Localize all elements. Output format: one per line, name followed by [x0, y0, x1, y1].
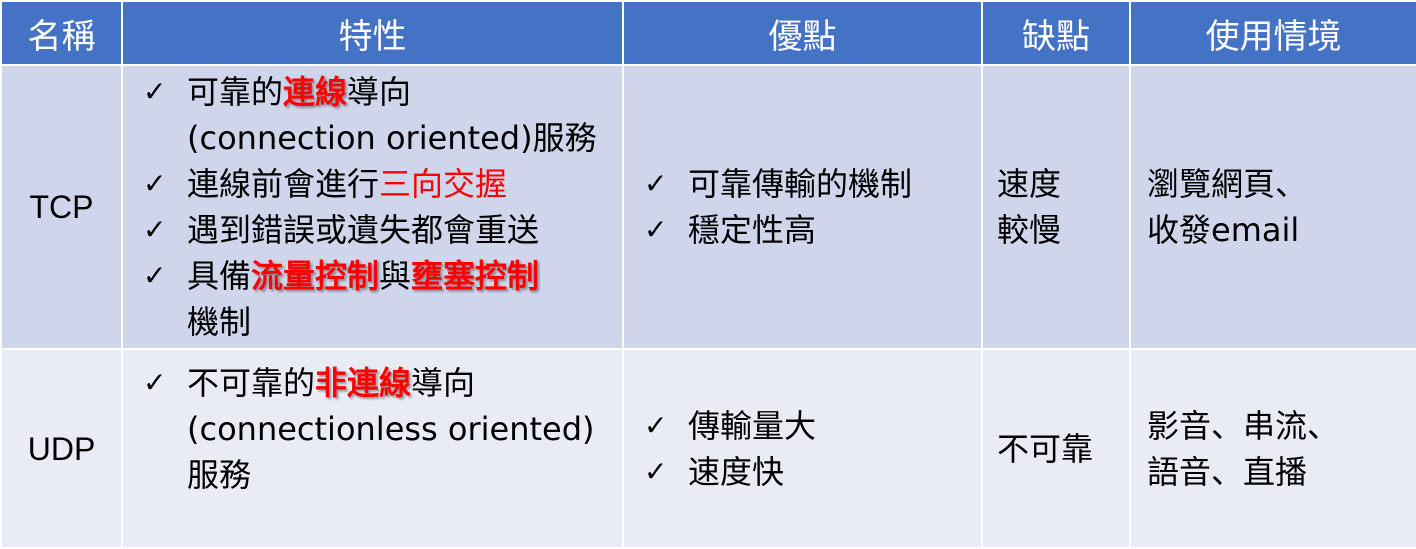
- features-list-tcp: ✓ 可靠的連線導向 (connection oriented)服務 ✓ 連線前會…: [143, 69, 622, 345]
- check-icon: ✓: [644, 408, 668, 442]
- feature-text: 遇到錯誤或遺失都會重送: [187, 211, 540, 249]
- feature-item: ✓ 遇到錯誤或遺失都會重送: [143, 207, 622, 253]
- check-icon: ✓: [143, 75, 167, 108]
- header-features: 特性: [121, 0, 624, 66]
- feature-highlight: 三向交握: [379, 165, 508, 203]
- check-icon: ✓: [143, 167, 167, 200]
- disadvantage-text: 較慢: [997, 211, 1062, 249]
- use-case-text: 瀏覽網頁、: [1147, 165, 1308, 203]
- features-cell-udp: ✓ 不可靠的非連線導向 (connectionless oriented) 服務: [121, 348, 624, 549]
- features-cell-tcp: ✓ 可靠的連線導向 (connection oriented)服務 ✓ 連線前會…: [121, 64, 624, 350]
- use-case-text: 收發email: [1147, 211, 1300, 249]
- check-icon: ✓: [644, 213, 668, 246]
- feature-item: ✓ 可靠的連線導向 (connection oriented)服務: [143, 69, 622, 161]
- feature-text: 可靠的: [187, 73, 284, 111]
- feature-item: ✓ 不可靠的非連線導向 (connectionless oriented) 服務: [143, 360, 622, 498]
- feature-highlight: 非連線: [315, 364, 412, 402]
- feature-text: 導向: [411, 364, 476, 402]
- protocol-name-udp: UDP: [0, 348, 123, 549]
- header-use-cases: 使用情境: [1129, 0, 1416, 66]
- feature-highlight: 連線: [283, 73, 348, 111]
- feature-text: 具備: [187, 257, 252, 295]
- check-icon: ✓: [143, 366, 167, 399]
- header-advantages: 優點: [622, 0, 983, 66]
- feature-text-line3: 服務: [187, 456, 252, 494]
- protocol-name-tcp: TCP: [0, 64, 123, 350]
- use-case-text: 影音、串流、: [1147, 406, 1340, 445]
- feature-text-line2: 機制: [187, 303, 252, 341]
- header-row: 名稱 特性 優點 缺點 使用情境: [0, 0, 1416, 66]
- check-icon: ✓: [644, 167, 668, 200]
- advantage-item: ✓ 速度快: [644, 449, 981, 495]
- use-cases-cell-udp: 影音、串流、 語音、直播: [1129, 348, 1416, 549]
- features-list-udp: ✓ 不可靠的非連線導向 (connectionless oriented) 服務: [143, 360, 622, 498]
- advantages-cell-tcp: ✓ 可靠傳輸的機制 ✓ 穩定性高: [622, 64, 983, 350]
- feature-highlight: 流量控制: [251, 257, 380, 295]
- advantage-item: ✓ 可靠傳輸的機制: [644, 161, 981, 207]
- feature-item: ✓ 連線前會進行三向交握: [143, 161, 622, 207]
- advantages-list-udp: ✓ 傳輸量大 ✓ 速度快: [644, 403, 981, 495]
- disadvantage-text: 速度: [997, 165, 1062, 203]
- check-icon: ✓: [143, 213, 167, 246]
- feature-highlight: 壅塞控制: [411, 257, 540, 295]
- feature-text: 不可靠的: [187, 364, 316, 402]
- feature-text: 連線前會進行: [187, 165, 380, 203]
- advantage-item: ✓ 傳輸量大: [644, 403, 981, 449]
- feature-text-line2: (connectionless oriented): [187, 410, 595, 448]
- advantage-text: 穩定性高: [688, 211, 817, 249]
- advantage-item: ✓ 穩定性高: [644, 207, 981, 253]
- disadvantage-text: 不可靠: [997, 429, 1094, 468]
- comparison-table: 名稱 特性 優點 缺點 使用情境 TCP ✓ 可靠的連線導向 (connecti…: [0, 0, 1416, 549]
- advantage-text: 可靠傳輸的機制: [688, 165, 913, 203]
- feature-text: 導向: [347, 73, 412, 111]
- advantages-cell-udp: ✓ 傳輸量大 ✓ 速度快: [622, 348, 983, 549]
- table-row-udp: UDP ✓ 不可靠的非連線導向 (connectionless oriented…: [0, 348, 1416, 549]
- disadvantages-cell-tcp: 速度 較慢: [981, 64, 1131, 350]
- header-disadvantages: 缺點: [981, 0, 1131, 66]
- table-row-tcp: TCP ✓ 可靠的連線導向 (connection oriented)服務 ✓ …: [0, 64, 1416, 350]
- feature-item: ✓ 具備流量控制與壅塞控制 機制: [143, 253, 622, 345]
- check-icon: ✓: [143, 259, 167, 292]
- header-name: 名稱: [0, 0, 123, 66]
- advantage-text: 速度快: [688, 452, 785, 491]
- advantage-text: 傳輸量大: [688, 406, 817, 445]
- check-icon: ✓: [644, 454, 668, 488]
- feature-text: 與: [379, 257, 412, 295]
- feature-text-line2: (connection oriented)服務: [187, 119, 597, 157]
- disadvantages-cell-udp: 不可靠: [981, 348, 1131, 549]
- advantages-list-tcp: ✓ 可靠傳輸的機制 ✓ 穩定性高: [644, 161, 981, 253]
- use-cases-cell-tcp: 瀏覽網頁、 收發email: [1129, 64, 1416, 350]
- use-case-text: 語音、直播: [1147, 452, 1308, 491]
